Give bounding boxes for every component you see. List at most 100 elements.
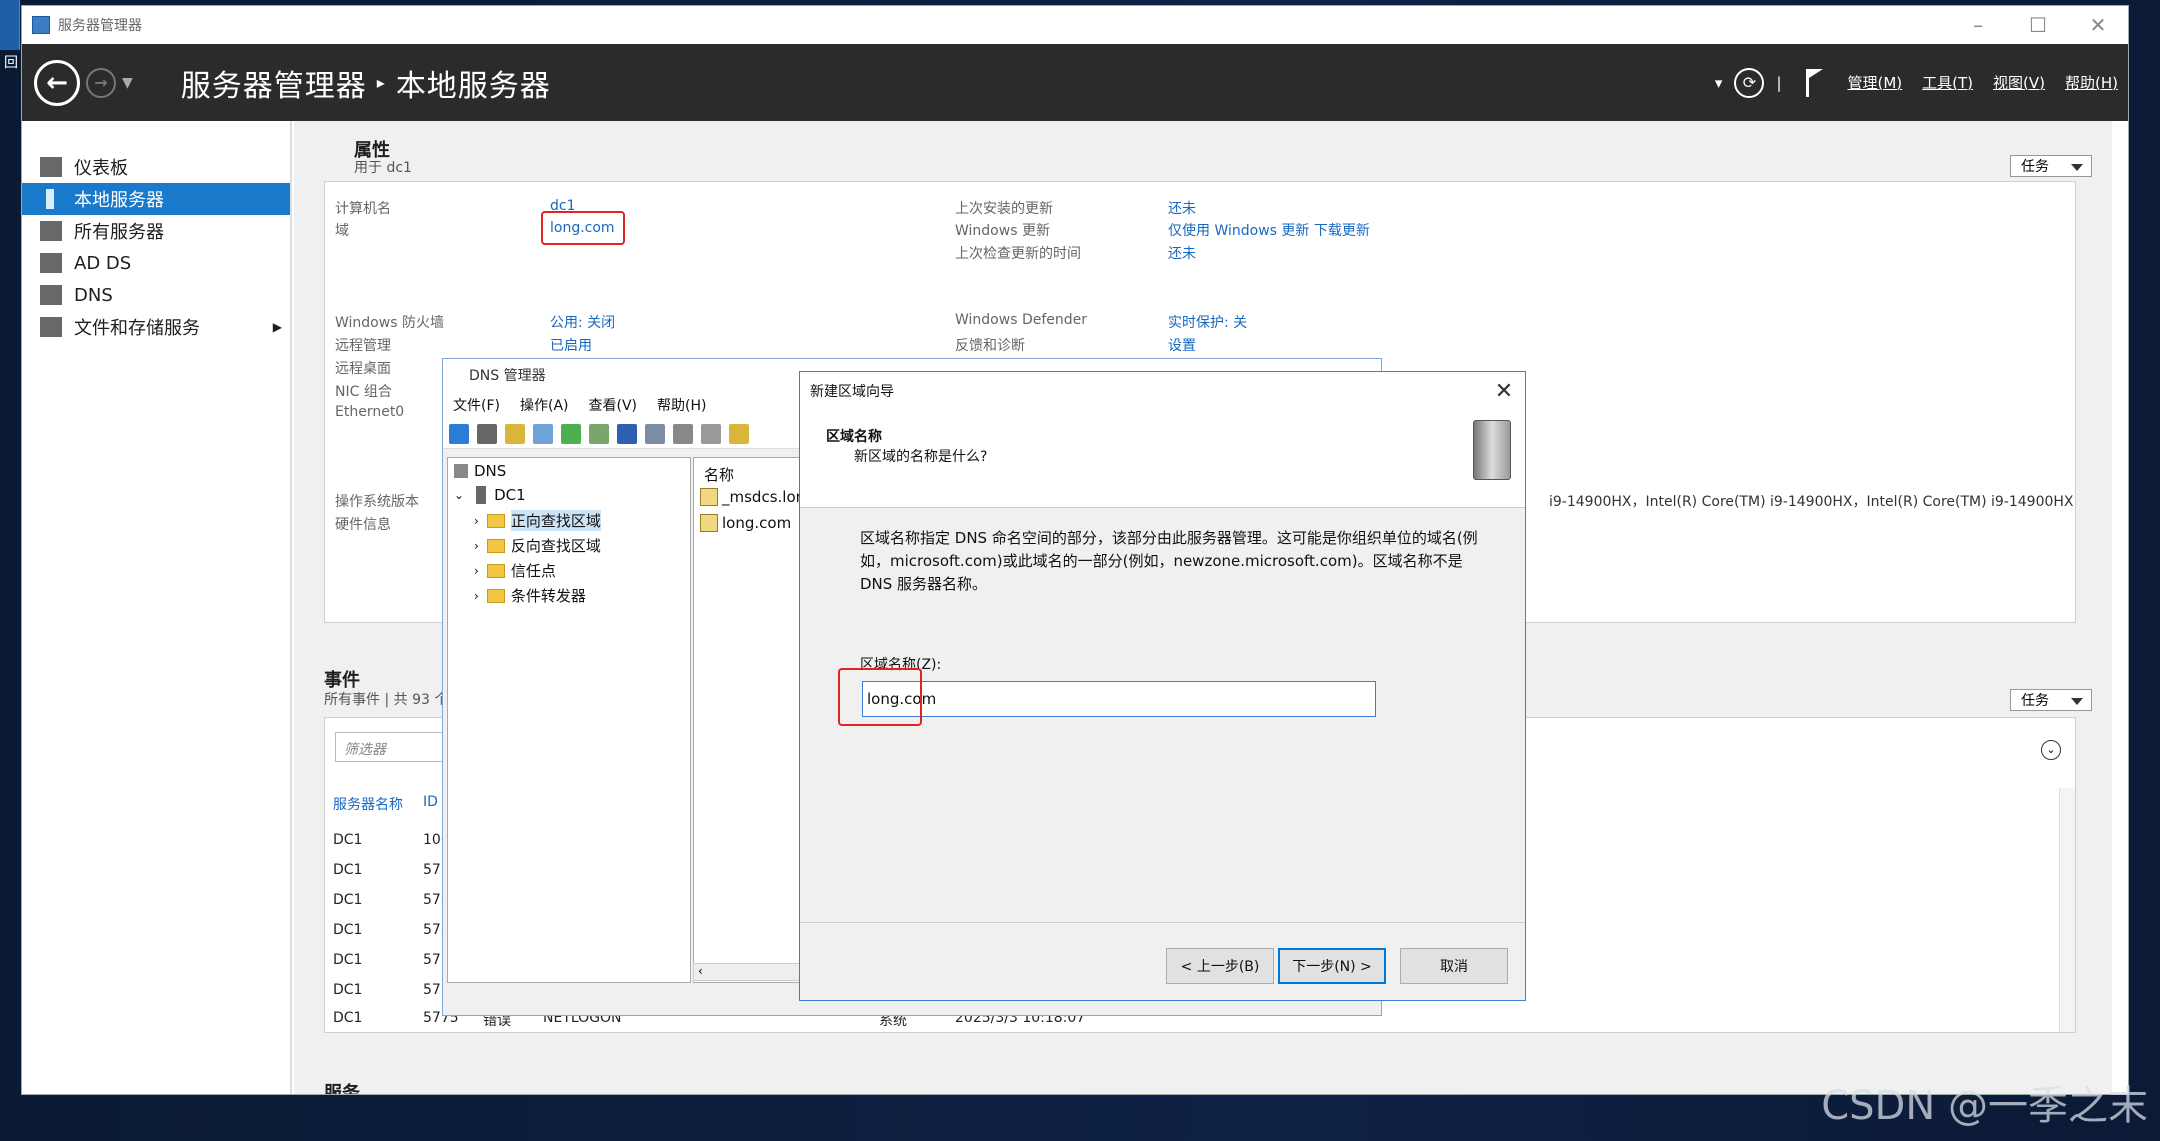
forward-arrow-icon[interactable]: [477, 423, 497, 444]
properties-icon[interactable]: [645, 423, 665, 444]
cell-server: DC1: [333, 982, 363, 998]
dns-menu-view[interactable]: 查看(V): [589, 395, 638, 415]
sidebar-item-ad-ds[interactable]: AD DS: [22, 247, 290, 279]
minimize-button[interactable]: –: [1948, 13, 2008, 37]
close-icon[interactable]: ✕: [1483, 379, 1525, 404]
last-update-label: 上次安装的更新: [955, 201, 1053, 217]
header-bar: ← → ▼ 服务器管理器 ▸ 本地服务器 ▾ ⟳ | 管理(M) 工具(T) 视…: [22, 44, 2128, 121]
sidebar-item-file-storage[interactable]: 文件和存储服务 ▶: [22, 311, 290, 343]
feedback-label: 反馈和诊断: [955, 338, 1025, 354]
sidebar-item-label: 所有服务器: [74, 222, 164, 243]
last-check-link[interactable]: 还未: [1168, 243, 1196, 263]
tree-item-trust-points[interactable]: › 信任点: [474, 560, 556, 581]
properties-tasks-button[interactable]: 任务: [2010, 155, 2092, 177]
table-row[interactable]: DC1 577: [333, 982, 450, 998]
breadcrumb-current: 本地服务器: [395, 68, 551, 104]
zone-name-input[interactable]: [862, 681, 1376, 717]
col-id[interactable]: ID: [423, 794, 438, 810]
defender-link[interactable]: 实时保护: 关: [1168, 312, 1247, 332]
up-folder-icon[interactable]: [505, 423, 525, 444]
list-item[interactable]: long.com: [700, 514, 791, 532]
maximize-button[interactable]: ☐: [2008, 13, 2068, 37]
expand-arrow-icon[interactable]: ▶: [273, 320, 282, 334]
export-icon[interactable]: [589, 423, 609, 444]
list-item[interactable]: _msdcs.lon: [700, 488, 805, 506]
cancel-button[interactable]: 取消: [1400, 948, 1508, 984]
expand-chevron-icon[interactable]: ⌄: [2041, 740, 2061, 760]
forward-button[interactable]: →: [86, 67, 116, 98]
remote-mgmt-link[interactable]: 已启用: [550, 335, 592, 355]
breadcrumb-root[interactable]: 服务器管理器: [181, 61, 367, 105]
zone-icon: [700, 488, 718, 506]
remote-desktop-label: 远程桌面: [335, 361, 391, 377]
refresh-icon[interactable]: [561, 423, 581, 444]
cell-server: DC1: [333, 1010, 363, 1026]
expand-chevron-icon[interactable]: ›: [474, 539, 479, 553]
sidebar-item-dashboard[interactable]: 仪表板: [22, 151, 290, 183]
col-server-name[interactable]: 服务器名称: [333, 794, 403, 814]
history-dropdown-icon[interactable]: ▼: [122, 75, 133, 91]
table-row[interactable]: DC1 578: [333, 892, 450, 908]
tree-item-conditional-forwarders[interactable]: › 条件转发器: [474, 585, 586, 606]
menu-manage[interactable]: 管理(M): [1848, 72, 1903, 93]
col-name[interactable]: 名称: [704, 464, 734, 485]
menu-tools[interactable]: 工具(T): [1922, 72, 1973, 93]
tree-item-reverse-zone[interactable]: › 反向查找区域: [474, 535, 601, 556]
server-icon: [476, 486, 487, 504]
sidebar-item-all-servers[interactable]: 所有服务器: [22, 215, 290, 247]
sidebar: 仪表板 本地服务器 所有服务器 AD DS DNS 文件和存储服务 ▶: [22, 121, 292, 1094]
zone-icon[interactable]: [729, 423, 749, 444]
properties-subtitle: 用于 dc1: [354, 160, 412, 176]
table-row[interactable]: DC1 577: [333, 952, 450, 968]
firewall-link[interactable]: 公用: 关闭: [550, 312, 615, 332]
last-update-link[interactable]: 还未: [1168, 198, 1196, 218]
services-title: 服务: [324, 1083, 360, 1094]
cell-server: DC1: [333, 922, 363, 938]
show-tree-icon[interactable]: [533, 423, 553, 444]
tree-item-dns[interactable]: DNS: [454, 462, 506, 480]
back-arrow-icon[interactable]: [449, 423, 469, 444]
menu-view[interactable]: 视图(V): [1993, 72, 2045, 93]
refresh-icon[interactable]: ⟳: [1734, 67, 1765, 98]
events-scrollbar[interactable]: [2059, 788, 2075, 1032]
server-icon[interactable]: [673, 423, 693, 444]
menu-help[interactable]: 帮助(H): [2065, 72, 2118, 93]
notification-flag-icon[interactable]: [1805, 68, 1826, 97]
sidebar-item-local-server[interactable]: 本地服务器: [22, 183, 290, 215]
collapse-chevron-icon[interactable]: ⌄: [454, 488, 464, 502]
expand-chevron-icon[interactable]: ›: [474, 514, 479, 528]
vertical-scrollbar[interactable]: [2096, 121, 2112, 1094]
back-button[interactable]: ←: [34, 59, 80, 106]
feedback-link[interactable]: 设置: [1168, 335, 1196, 355]
events-tasks-button[interactable]: 任务: [2010, 689, 2092, 711]
dns-menu-file[interactable]: 文件(F): [453, 395, 500, 415]
wizard-header: 区域名称 新区域的名称是什么?: [800, 410, 1525, 508]
dns-menu-action[interactable]: 操作(A): [520, 395, 569, 415]
next-button[interactable]: 下一步(N) >: [1278, 948, 1386, 984]
sidebar-item-dns[interactable]: DNS: [22, 279, 290, 311]
table-row[interactable]: DC1 577: [333, 862, 450, 878]
expand-chevron-icon[interactable]: ›: [474, 564, 479, 578]
help-icon[interactable]: [617, 423, 637, 444]
windows-update-link[interactable]: 仅使用 Windows 更新 下载更新: [1168, 220, 1370, 240]
folder-icon: [486, 513, 505, 528]
table-row[interactable]: DC1 578: [333, 922, 450, 938]
tree-item-dc1[interactable]: ⌄ DC1: [454, 486, 526, 504]
tree-item-forward-zone[interactable]: › 正向查找区域: [474, 510, 601, 531]
tree-label: DNS: [474, 462, 507, 480]
tree-label: 正向查找区域: [510, 510, 601, 531]
close-button[interactable]: ✕: [2068, 13, 2128, 37]
table-row[interactable]: DC1 100: [333, 832, 450, 848]
events-subtitle: 所有事件 | 共 93 个: [324, 692, 449, 708]
horizontal-scrollbar[interactable]: ‹: [693, 963, 803, 981]
list-icon[interactable]: [701, 423, 721, 444]
back-button[interactable]: < 上一步(B): [1166, 948, 1274, 984]
dns-menu-help[interactable]: 帮助(H): [657, 395, 706, 415]
dropdown-icon[interactable]: ▾: [1715, 74, 1723, 92]
expand-chevron-icon[interactable]: ›: [474, 589, 479, 603]
tree-label: 条件转发器: [510, 587, 586, 605]
zone-icon: [700, 514, 718, 532]
domain-label: 域: [335, 223, 349, 239]
desktop-recycle-icon[interactable]: [0, 0, 20, 50]
folder-icon: [486, 588, 505, 603]
